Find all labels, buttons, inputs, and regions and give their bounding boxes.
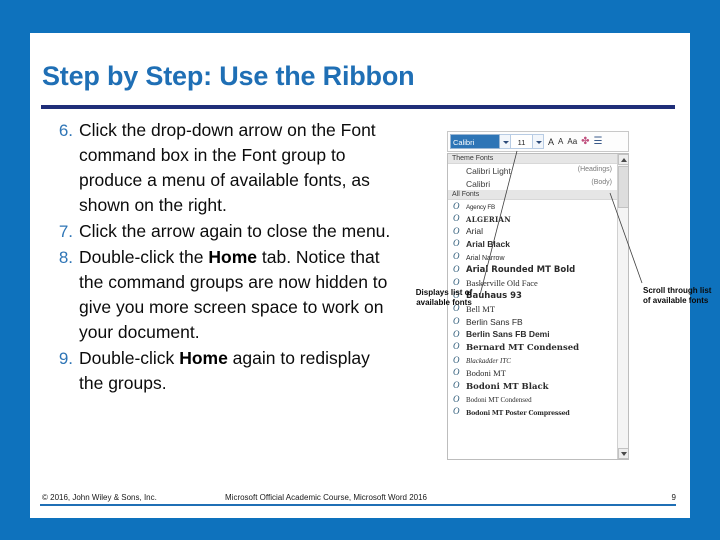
font-list-item-label: Arial [466, 226, 484, 237]
font-list-item[interactable]: O Bodoni MT Poster Compressed [448, 406, 628, 419]
callout-displays-list: Displays list of available fonts [415, 288, 473, 307]
font-list-item-label: Bodoni MT Poster Compressed [466, 409, 570, 417]
opentype-icon: O [453, 341, 460, 352]
theme-font-name: Calibri Light [466, 165, 511, 176]
opentype-icon: O [453, 379, 460, 390]
slide: Step by Step: Use the Ribbon 6. Click th… [30, 33, 711, 518]
grow-font-icon[interactable]: A [548, 137, 554, 147]
theme-font-item[interactable]: Calibri (Body) [448, 177, 628, 190]
change-case-icon[interactable]: Aa [567, 137, 577, 146]
theme-font-item[interactable]: Calibri Light (Headings) [448, 164, 628, 177]
list-item-emphasis: Home [179, 348, 228, 368]
font-list-item[interactable]: O Arial Rounded MT Bold [448, 263, 628, 277]
page-title: Step by Step: Use the Ribbon [42, 61, 415, 91]
font-list-item-label: Baskerville Old Face [466, 277, 538, 288]
font-list-item[interactable]: O ALGERIAN [448, 213, 628, 226]
font-list-item-label: Arial Narrow [466, 254, 505, 262]
font-list-item[interactable]: O Arial [448, 225, 628, 238]
footer-divider [40, 504, 676, 506]
shrink-font-icon[interactable]: A [558, 137, 563, 146]
clear-formatting-icon[interactable]: ✤ [581, 136, 589, 147]
font-list-item[interactable]: O Berlin Sans FB Demi [448, 328, 628, 341]
font-list-item[interactable]: O Agency FB [448, 200, 628, 213]
footer-course-title: Microsoft Official Academic Course, Micr… [225, 493, 427, 502]
theme-fonts-header: Theme Fonts [448, 154, 628, 164]
opentype-icon: O [453, 354, 460, 365]
opentype-icon: O [453, 225, 460, 236]
list-item-text: Double-click [79, 348, 180, 368]
footer-page-number: 9 [671, 493, 676, 502]
font-list-item-label: Blackadder ITC [466, 357, 511, 366]
callout-scroll-through: Scroll through list of available fonts [643, 286, 712, 305]
font-name-input[interactable]: Calibri [450, 134, 500, 149]
opentype-icon: O [453, 277, 460, 288]
list-item: 9. Double-click Home again to redisplay … [39, 346, 397, 396]
opentype-icon: O [453, 250, 460, 261]
font-list-item-label: ALGERIAN [466, 214, 511, 224]
list-item: 8. Double-click the Home tab. Notice tha… [39, 245, 397, 345]
font-list-item-label: Agency FB [466, 204, 495, 212]
list-item-text: Click the drop-down arrow on the Font co… [79, 120, 376, 215]
opentype-icon: O [453, 393, 460, 404]
all-fonts-header: All Fonts [448, 190, 628, 200]
list-item: 7. Click the arrow again to close the me… [39, 219, 397, 244]
font-size-input[interactable]: 11 [511, 134, 533, 149]
opentype-icon: O [453, 328, 460, 339]
theme-font-name: Calibri [466, 178, 491, 189]
opentype-icon: O [453, 213, 460, 224]
opentype-icon: O [453, 263, 460, 274]
font-list-item-label: Arial Black [466, 239, 510, 250]
font-list-item[interactable]: O Bodoni MT [448, 367, 628, 380]
scrollbar-thumb[interactable] [618, 166, 628, 208]
bullet-list-icon[interactable]: ☰ [594, 136, 603, 147]
scroll-up-icon[interactable] [618, 154, 628, 165]
scroll-down-icon[interactable] [618, 448, 628, 459]
footer-copyright: © 2016, John Wiley & Sons, Inc. [42, 493, 157, 502]
theme-font-tag: (Headings) [577, 165, 612, 173]
opentype-icon: O [453, 406, 460, 417]
font-list-item-label: Berlin Sans FB [466, 316, 523, 327]
font-list-item-label: Bernard MT Condensed [466, 342, 580, 353]
font-list-item[interactable]: O Bernard MT Condensed [448, 341, 628, 355]
font-list-scrollbar[interactable] [617, 154, 628, 459]
font-list-item-label: Bodoni MT Black [466, 381, 549, 392]
font-size-dropdown-arrow-icon[interactable] [533, 134, 544, 149]
font-list-item[interactable]: O Arial Narrow [448, 250, 628, 263]
opentype-icon: O [453, 367, 460, 378]
list-item-text: Click the arrow again to close the menu. [79, 221, 391, 241]
font-list-item-label: Berlin Sans FB Demi [466, 329, 550, 340]
font-list-item[interactable]: O Bodoni MT Condensed [448, 393, 628, 406]
title-divider [41, 105, 675, 109]
opentype-icon: O [453, 238, 460, 249]
font-list-item-label: Bodoni MT Condensed [466, 396, 532, 405]
list-item-number: 7. [58, 222, 73, 241]
font-list-item[interactable]: O Blackadder ITC [448, 354, 628, 367]
list-item: 6. Click the drop-down arrow on the Font… [39, 118, 397, 218]
opentype-icon: O [453, 315, 460, 326]
font-list-item-label: Bodoni MT [466, 368, 506, 379]
list-item-number: 6. [58, 121, 73, 140]
steps-list: 6. Click the drop-down arrow on the Font… [39, 118, 397, 397]
font-list-item-label: Arial Rounded MT Bold [466, 265, 576, 276]
font-group-toolbar: Calibri 11 A A Aa ✤ ☰ [447, 131, 629, 152]
font-list-item[interactable]: O Berlin Sans FB [448, 315, 628, 328]
list-item-number: 8. [58, 248, 73, 267]
list-item-text: Double-click the [79, 247, 209, 267]
theme-font-tag: (Body) [591, 178, 612, 186]
list-item-emphasis: Home [208, 247, 257, 267]
opentype-icon: O [453, 200, 460, 211]
font-name-dropdown-arrow-icon[interactable] [500, 134, 511, 149]
font-list-item[interactable]: O Arial Black [448, 238, 628, 251]
list-item-number: 9. [58, 349, 73, 368]
font-list-item[interactable]: O Bodoni MT Black [448, 379, 628, 393]
